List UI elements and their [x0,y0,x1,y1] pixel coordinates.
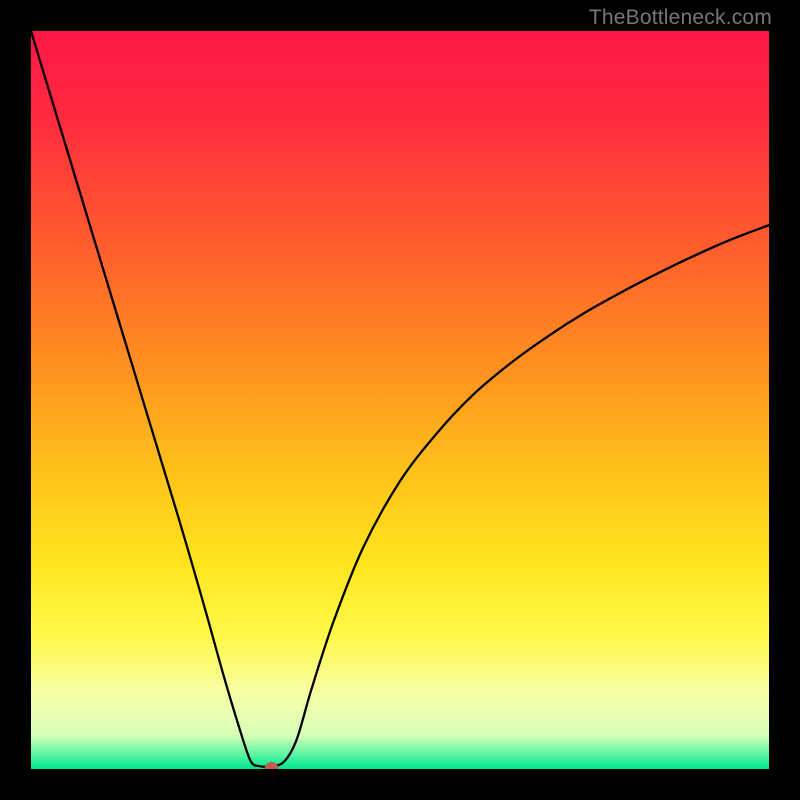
chart-svg [31,31,769,769]
plot-area [31,31,769,769]
watermark-text: TheBottleneck.com [589,6,772,30]
chart-frame: TheBottleneck.com [0,0,800,800]
